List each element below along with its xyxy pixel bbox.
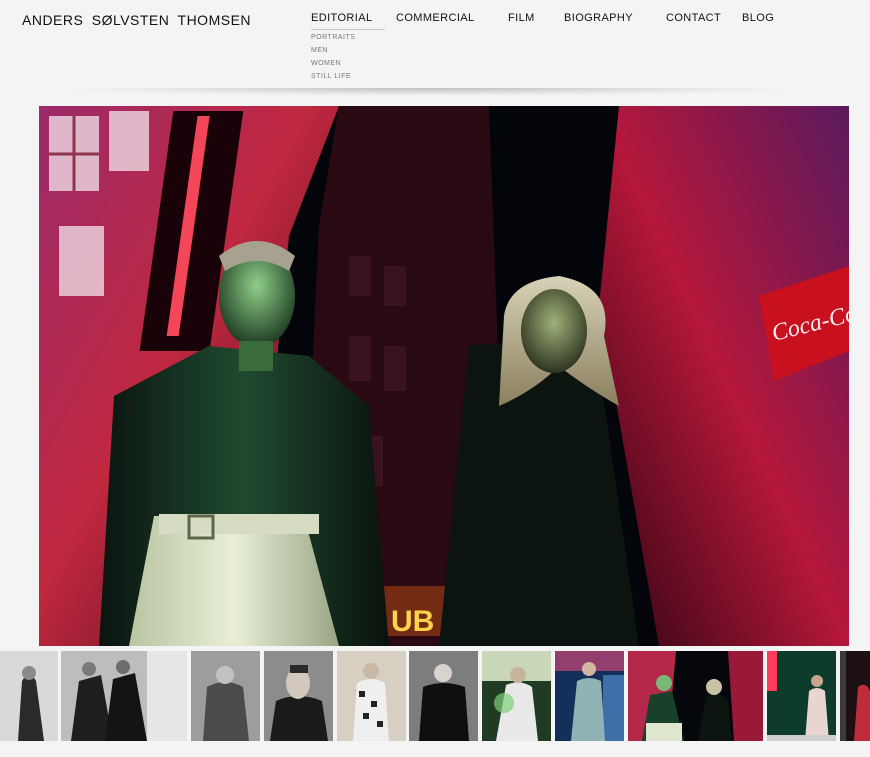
nav-item-contact[interactable]: CONTACT [666, 12, 721, 24]
thumbnail[interactable] [0, 651, 58, 741]
club-neon-sign: UB [391, 605, 434, 638]
thumbnail[interactable] [409, 651, 478, 741]
thumbnail[interactable] [628, 651, 763, 741]
site-title[interactable]: ANDERS SØLVSTEN THOMSEN [22, 12, 251, 28]
subnav-item-men[interactable]: MEN [311, 44, 355, 57]
page: ANDERS SØLVSTEN THOMSEN EDITORIAL COMMER… [0, 0, 870, 757]
subnav-item-still-life[interactable]: STILL LIFE [311, 70, 355, 83]
thumbnail[interactable] [555, 651, 624, 741]
nav-item-commercial[interactable]: COMMERCIAL [396, 12, 475, 24]
thumbnail-scroll-area[interactable] [0, 744, 870, 757]
subnav-item-portraits[interactable]: PORTRAITS [311, 31, 355, 44]
nav-item-biography[interactable]: BIOGRAPHY [564, 12, 633, 24]
thumbnail[interactable] [61, 651, 187, 741]
thumbnail[interactable] [191, 651, 260, 741]
thumbnail[interactable] [840, 651, 870, 741]
nav-item-editorial[interactable]: EDITORIAL [311, 12, 372, 27]
thumbnail[interactable] [482, 651, 551, 741]
nav-item-blog[interactable]: BLOG [742, 12, 774, 24]
thumbnail[interactable] [337, 651, 406, 741]
nav-active-underline [311, 29, 385, 30]
thumbnail[interactable] [767, 651, 836, 741]
thumbnail[interactable] [264, 651, 333, 741]
nav-item-film[interactable]: FILM [508, 12, 535, 24]
editorial-subnav: PORTRAITS MEN WOMEN STILL LIFE [311, 31, 355, 83]
thumbnail-strip [0, 651, 870, 741]
subnav-item-women[interactable]: WOMEN [311, 57, 355, 70]
main-photo[interactable]: UB Coca-Cola [39, 106, 849, 646]
header-divider-shadow [60, 88, 800, 96]
